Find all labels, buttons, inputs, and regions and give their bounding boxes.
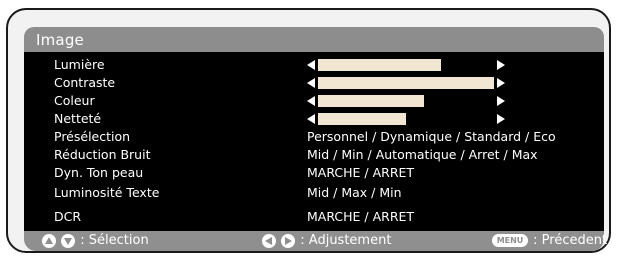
contrast-slider[interactable] xyxy=(307,77,507,89)
menu-label: Netteté xyxy=(54,111,102,126)
adjust-hint: : Adjustement xyxy=(262,233,391,249)
select-hint: : Sélection xyxy=(42,233,149,249)
slider-fill xyxy=(318,113,406,125)
menu-button-icon: MENU xyxy=(492,234,528,247)
slider-track xyxy=(318,77,494,89)
sharpness-slider[interactable] xyxy=(307,113,507,125)
menu-row-contrast[interactable]: Contraste xyxy=(24,74,604,92)
left-button-icon xyxy=(262,233,276,248)
menu-row-sharpness[interactable]: Netteté xyxy=(24,110,604,128)
slider-fill xyxy=(318,95,424,107)
menu-row-skin-tone[interactable]: Dyn. Ton peau MARCHE / ARRET xyxy=(24,164,604,182)
menu-label: Luminosité Texte xyxy=(54,185,160,200)
down-button-icon xyxy=(61,233,76,248)
menu-row-preset[interactable]: Présélection Personnel / Dynamique / Sta… xyxy=(24,128,604,146)
menu-label: Dyn. Ton peau xyxy=(54,165,144,180)
menu-label: Lumière xyxy=(54,57,105,72)
menu-label: Coleur xyxy=(54,93,95,108)
preset-options: Personnel / Dynamique / Standard / Eco xyxy=(307,129,556,144)
left-arrow-icon xyxy=(307,96,315,106)
menu-row-noise-reduction[interactable]: Réduction Bruit Mid / Min / Automatique … xyxy=(24,146,604,164)
menu-row-dcr[interactable]: DCR MARCHE / ARRET xyxy=(24,208,604,226)
osd-footer: : Sélection : Adjustement MENU : Précede… xyxy=(24,231,607,251)
adjust-hint-text: : Adjustement xyxy=(300,233,392,248)
dcr-options: MARCHE / ARRET xyxy=(307,209,415,224)
slider-fill xyxy=(318,77,494,89)
left-arrow-icon xyxy=(307,60,315,70)
slider-track xyxy=(318,59,494,71)
left-arrow-icon xyxy=(307,114,315,124)
osd-title-bar xyxy=(24,27,604,52)
brightness-slider[interactable] xyxy=(307,59,507,71)
menu-row-text-brightness[interactable]: Luminosité Texte Mid / Max / Min xyxy=(24,184,604,202)
text-brightness-options: Mid / Max / Min xyxy=(307,185,402,200)
right-arrow-icon xyxy=(497,96,505,106)
right-button-icon xyxy=(281,233,296,248)
back-hint-text: : Précedent xyxy=(533,233,608,248)
right-arrow-icon xyxy=(497,114,505,124)
menu-row-brightness[interactable]: Lumière xyxy=(24,56,604,74)
osd-title: Image xyxy=(36,31,84,49)
right-arrow-icon xyxy=(497,60,505,70)
menu-label: Présélection xyxy=(54,129,131,144)
color-slider[interactable] xyxy=(307,95,507,107)
slider-track xyxy=(318,95,494,107)
menu-label: Contraste xyxy=(54,75,116,90)
up-button-icon xyxy=(42,233,56,248)
right-arrow-icon xyxy=(497,78,505,88)
menu-label: DCR xyxy=(54,209,82,224)
image-settings-menu: Lumière Contraste Coleur Netteté Préséle… xyxy=(24,52,604,231)
left-arrow-icon xyxy=(307,78,315,88)
slider-fill xyxy=(318,59,442,71)
skin-tone-options: MARCHE / ARRET xyxy=(307,165,415,180)
menu-row-color[interactable]: Coleur xyxy=(24,92,604,110)
slider-track xyxy=(318,113,494,125)
back-hint: MENU : Précedent xyxy=(492,233,607,249)
noise-reduction-options: Mid / Min / Automatique / Arret / Max xyxy=(307,147,538,162)
select-hint-text: : Sélection xyxy=(80,233,149,248)
menu-label: Réduction Bruit xyxy=(54,147,151,162)
